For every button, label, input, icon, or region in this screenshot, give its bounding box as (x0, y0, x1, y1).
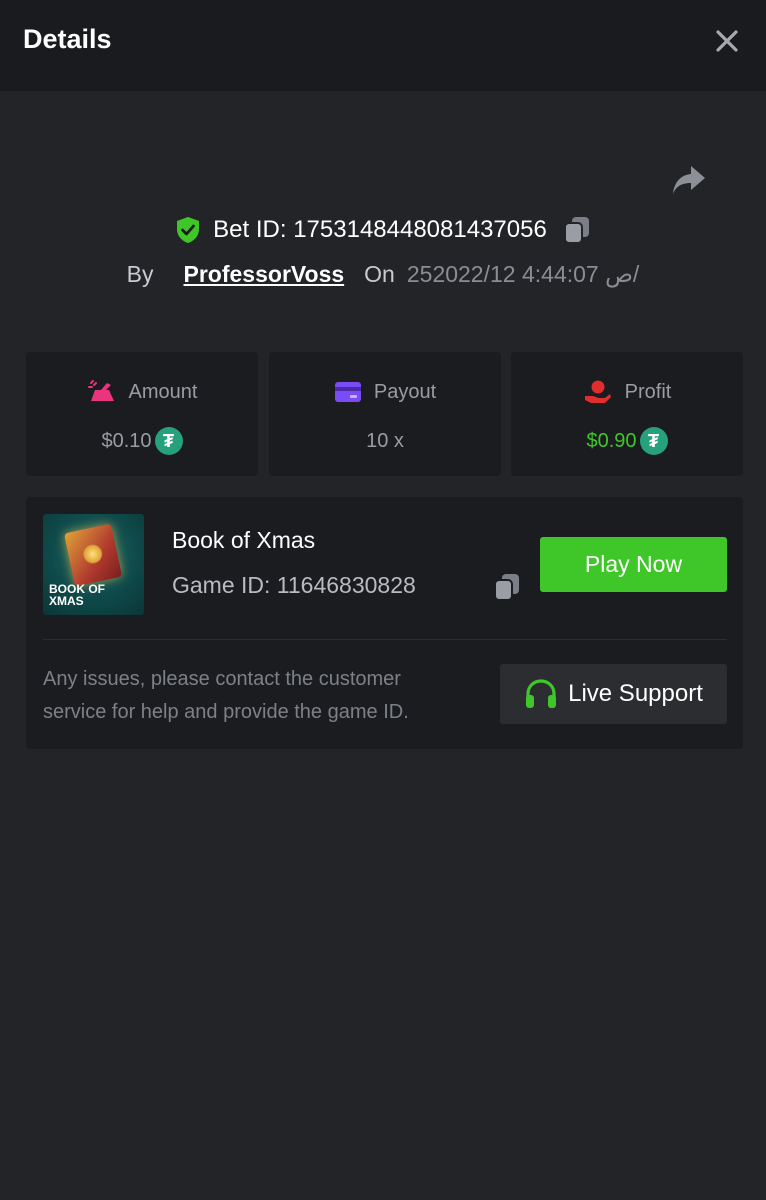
live-support-button[interactable]: Live Support (500, 664, 727, 724)
book-illustration (63, 523, 123, 587)
profit-value: $0.90 (586, 429, 637, 452)
share-icon (673, 166, 705, 194)
headset-icon (524, 678, 558, 710)
username-link[interactable]: ProfessorVoss (184, 261, 345, 288)
game-name: Book of Xmas (172, 527, 316, 553)
game-thumbnail[interactable]: BOOK OF XMAS (43, 514, 144, 615)
hand-coin-icon (583, 379, 613, 405)
payout-value: 10 x (366, 429, 404, 452)
help-text: Any issues, please contact the customer … (43, 668, 409, 723)
bet-id: Bet ID: 1753148448081437056 (213, 216, 547, 243)
game-card: BOOK OF XMAS Book of Xmas Game ID: 11646… (26, 497, 743, 749)
bet-id-row: Bet ID: 1753148448081437056 (0, 210, 766, 250)
bet-author-row: By ProfessorVoss On 25ص 4:44:07 2022/12/ (0, 256, 766, 292)
share-button[interactable] (668, 160, 710, 200)
profit-label: Profit (624, 380, 672, 403)
game-id: Game ID: 11646830828 (172, 572, 416, 598)
profit-card: Profit $0.90 ₮ (511, 352, 743, 476)
payout-card: Payout 10 x (269, 352, 501, 476)
amount-card: Amount $0.10 ₮ (26, 352, 258, 476)
copy-icon (563, 217, 589, 244)
copy-game-id-button[interactable] (492, 571, 522, 603)
page-title: Details (23, 24, 112, 54)
tether-icon: ₮ (639, 427, 668, 455)
divider (43, 639, 727, 640)
card-icon (334, 381, 362, 403)
thumbnail-logo-text: BOOK OF XMAS (49, 582, 105, 608)
copy-icon (494, 574, 519, 601)
amount-value: $0.10 (101, 429, 152, 452)
bet-date: 25ص 4:44:07 2022/12/ (406, 260, 640, 287)
close-button[interactable] (708, 22, 746, 60)
amount-label: Amount (128, 380, 198, 403)
by-label: By (126, 260, 154, 287)
header-bar: Details (0, 0, 766, 91)
live-support-label: Live Support (568, 680, 703, 707)
close-icon (716, 30, 738, 52)
bet-stats: Amount $0.10 ₮ Payout 10 x Profit $0.90 … (26, 352, 743, 476)
copy-bet-id-button[interactable] (563, 215, 591, 245)
bet-amount-icon (87, 379, 117, 405)
on-label: On (364, 260, 395, 287)
tether-icon: ₮ (154, 427, 183, 455)
play-now-button[interactable]: Play Now (540, 537, 727, 592)
shield-check-icon (175, 216, 201, 244)
payout-label: Payout (373, 380, 437, 403)
